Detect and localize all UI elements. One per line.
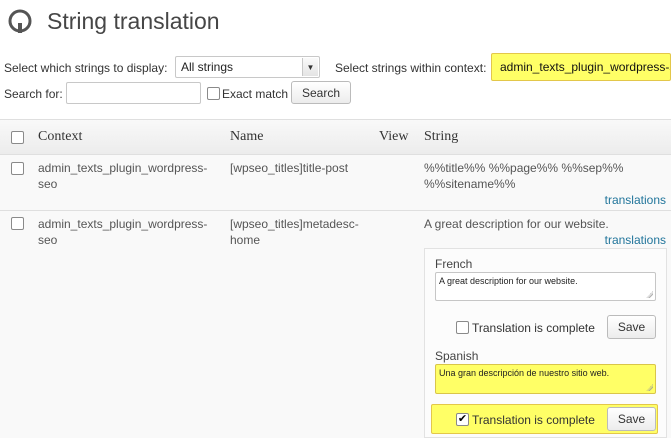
exact-match-checkbox[interactable] — [207, 87, 220, 100]
exact-match-label: Exact match — [222, 87, 289, 101]
select-all-checkbox[interactable] — [11, 131, 24, 144]
display-filter-label: Select which strings to display: — [4, 61, 168, 75]
translation-complete-label: Translation is complete — [472, 321, 595, 335]
language-label-spanish: Spanish — [435, 349, 479, 363]
search-label: Search for: — [4, 87, 63, 101]
row-context: admin_texts_plugin_wordpress- seo — [38, 217, 208, 247]
row-name: [wpseo_titles]title-post — [230, 161, 349, 175]
language-label-french: French — [435, 257, 473, 271]
translation-complete-checkbox-spanish[interactable]: ✔ — [456, 413, 469, 426]
save-button-spanish[interactable]: Save — [607, 407, 656, 431]
display-filter-select[interactable]: All strings ▼ — [175, 56, 320, 78]
chevron-down-icon: ▼ — [302, 58, 318, 76]
display-filter-value: All strings — [181, 60, 234, 74]
save-button-french[interactable]: Save — [607, 315, 656, 339]
row-name: [wpseo_titles]metadesc- home — [230, 217, 359, 247]
column-header-name[interactable]: Name — [230, 129, 263, 145]
translations-link[interactable]: translations — [605, 193, 666, 207]
wpml-logo-icon — [8, 9, 32, 33]
context-filter-label: Select strings within context: — [335, 61, 487, 75]
translation-textarea-french[interactable]: A great description for our website. — [435, 272, 656, 301]
column-header-view: View — [379, 129, 409, 144]
context-filter-select[interactable]: admin_texts_plugin_wordpress-seo — [491, 53, 671, 81]
page-title: String translation — [47, 8, 220, 34]
row-checkbox[interactable] — [11, 217, 24, 230]
row-string: %%title%% %%page%% %%sep%% %%sitename%% — [424, 161, 624, 191]
table-header — [0, 119, 671, 155]
search-button[interactable]: Search — [291, 81, 351, 104]
column-header-context[interactable]: Context — [38, 129, 82, 145]
context-filter-value: admin_texts_plugin_wordpress-seo — [500, 60, 671, 74]
row-context: admin_texts_plugin_wordpress- seo — [38, 161, 208, 191]
search-input[interactable] — [66, 82, 201, 104]
row-checkbox[interactable] — [11, 162, 24, 175]
translation-complete-checkbox-french[interactable] — [456, 321, 469, 334]
resize-handle-icon[interactable] — [646, 291, 653, 298]
translation-complete-label: Translation is complete — [472, 413, 595, 427]
row-string: A great description for our website. — [424, 217, 609, 231]
resize-handle-icon[interactable] — [646, 384, 653, 391]
translations-link[interactable]: translations — [605, 233, 666, 247]
translation-textarea-spanish[interactable]: Una gran descripción de nuestro sitio we… — [435, 364, 656, 394]
column-header-string[interactable]: String — [424, 129, 458, 145]
